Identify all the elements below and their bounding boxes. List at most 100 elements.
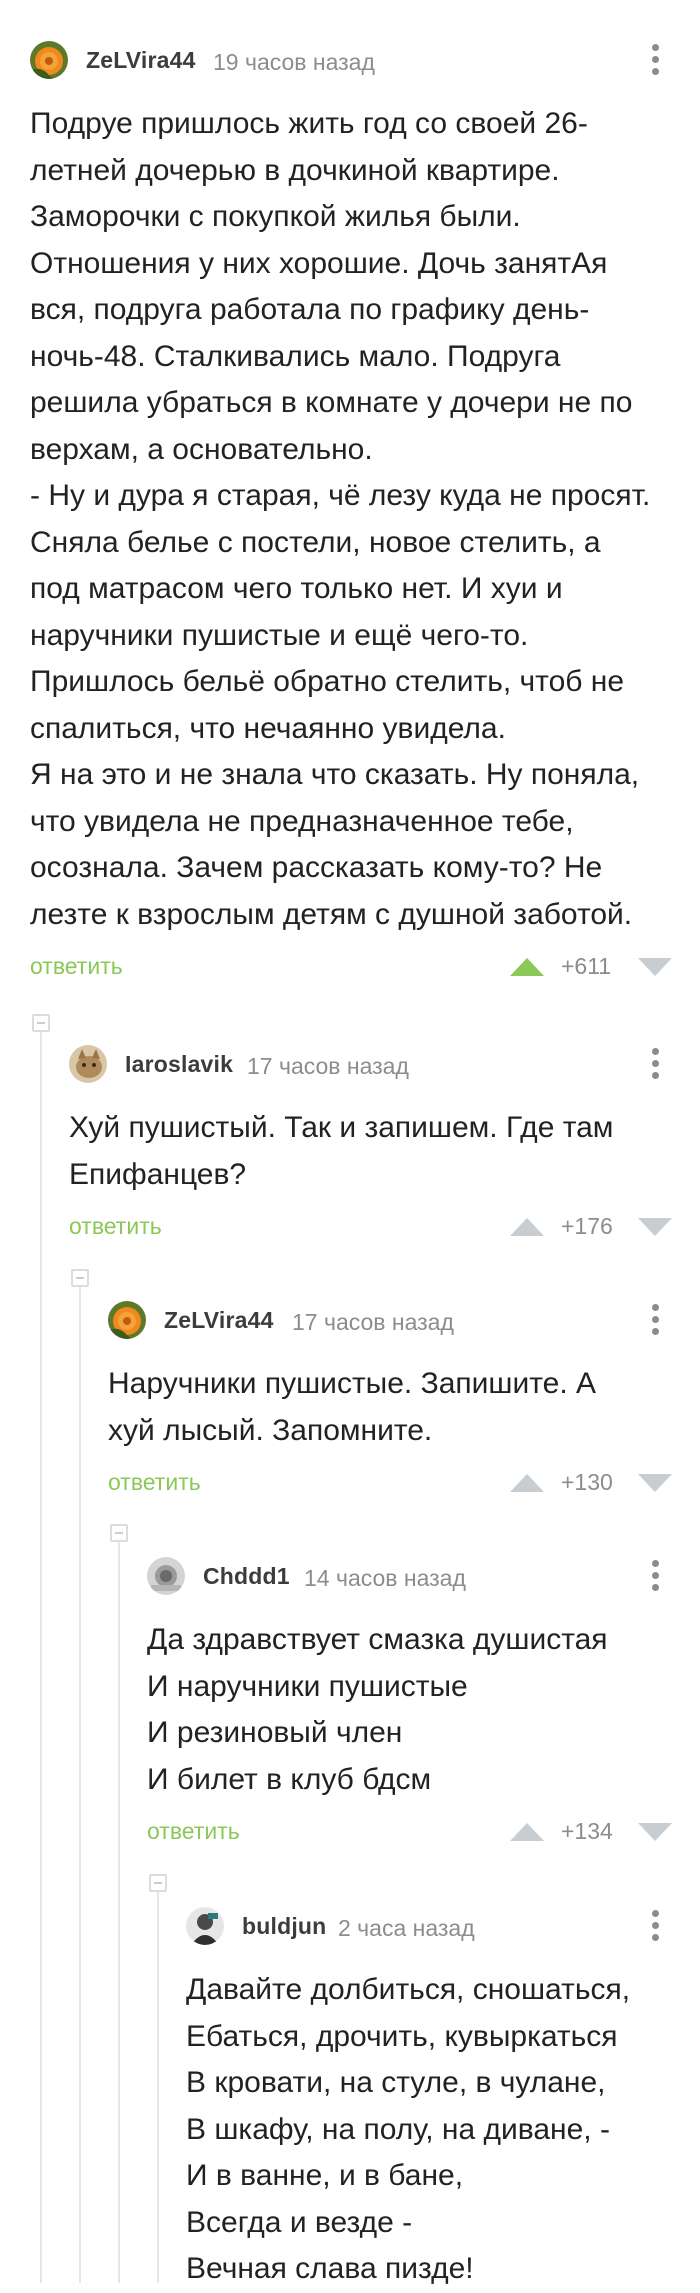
comment: Iaroslavik 17 часов назад Хуй пушистый. … xyxy=(69,1045,700,1248)
upvote-arrow-icon[interactable] xyxy=(508,1821,546,1843)
comment-line: вся, подруга работала по графику день- xyxy=(30,293,590,326)
collapse-thread-toggle[interactable] xyxy=(149,1874,167,1892)
comment-line: - Ну и дура я старая, чё лезу куда не пр… xyxy=(30,479,651,512)
comment-line: наручники пушистые и ещё чего-то. xyxy=(30,618,529,652)
comment: ZeLVira44 17 часов назад Наручники пушис… xyxy=(108,1301,700,1504)
comment: Chddd1 14 часов назад Да здравствует сма… xyxy=(147,1557,700,1853)
comment-line: летней дочерью в дочкиной квартире. xyxy=(30,153,560,187)
comment-line: Давайте долбиться, сношаться, xyxy=(186,1973,631,2006)
downvote-arrow-icon[interactable] xyxy=(636,1216,674,1238)
comment-line: хуй лысый. Запомните. xyxy=(108,1413,433,1447)
collapse-thread-toggle[interactable] xyxy=(110,1524,128,1542)
comment-line: Да здравствует смазка душистая xyxy=(147,1623,608,1656)
reply-link[interactable]: ответить xyxy=(108,1469,201,1496)
comment-line: лезте к взрослым детям с душной заботой. xyxy=(30,897,633,931)
comment-line: Всегда и везде - xyxy=(186,2205,413,2239)
dark-photo-avatar-icon xyxy=(186,1907,224,1945)
username[interactable]: Iaroslavik xyxy=(125,1051,233,1078)
comment: ZeLVira44 19 часов назад Подруе пришлось… xyxy=(30,41,700,988)
comment-body: Наручники пушистые. Запишите. А хуй лысы… xyxy=(108,1361,700,1454)
thread-line-level3 xyxy=(118,1540,120,2283)
user-avatar[interactable] xyxy=(108,1301,146,1339)
comment-line: Вечная слава пизде! xyxy=(186,2252,474,2285)
cat-photo-avatar-icon xyxy=(69,1045,107,1083)
user-avatar[interactable] xyxy=(147,1557,185,1595)
collapse-thread-toggle[interactable] xyxy=(32,1014,50,1032)
comment-actions: ответить +130 xyxy=(108,1464,700,1504)
username[interactable]: ZeLVira44 xyxy=(164,1307,274,1334)
reply-link[interactable]: ответить xyxy=(30,953,123,980)
comment-actions: ответить +134 xyxy=(147,1813,700,1853)
more-options-icon[interactable] xyxy=(650,1907,660,1947)
comment-line: Я на это и не знала что сказать. Ну поня… xyxy=(30,758,640,791)
comment-actions: ответить +611 xyxy=(30,948,700,988)
comment-time: 17 часов назад xyxy=(292,1309,454,1335)
username[interactable]: buldjun xyxy=(242,1913,326,1940)
comment-line: Ебаться, дрочить, кувыркаться xyxy=(186,2019,618,2053)
comment-time: 14 часов назад xyxy=(304,1565,466,1591)
comment-line: верхам, а основательно. xyxy=(30,432,373,466)
comment-line: В шкафу, на полу, на диване, - xyxy=(186,2112,610,2146)
downvote-arrow-icon[interactable] xyxy=(636,956,674,978)
comment-body: Давайте долбиться, сношаться, Ебаться, д… xyxy=(186,1967,700,2293)
thread-line-level4 xyxy=(157,1890,159,2283)
comment-line: Епифанцев? xyxy=(69,1157,247,1191)
comment-time: 2 часа назад xyxy=(338,1915,475,1941)
user-avatar[interactable] xyxy=(69,1045,107,1083)
comment-header: ZeLVira44 19 часов назад xyxy=(30,41,700,81)
comment-line: Пришлось бельё обратно стелить, чтоб не xyxy=(30,665,625,698)
comment-header: Iaroslavik 17 часов назад xyxy=(69,1045,700,1085)
comment-rating: +130 xyxy=(561,1469,613,1495)
comment-line: В кровати, на стуле, в чулане, xyxy=(186,2066,606,2099)
more-options-icon[interactable] xyxy=(650,1301,660,1341)
thread-line-level2 xyxy=(79,1285,81,2283)
comment-time: 17 часов назад xyxy=(247,1053,409,1079)
comment-header: buldjun 2 часа назад xyxy=(186,1907,700,1947)
comment-line: Хуй пушистый. Так и запишем. Где там xyxy=(69,1111,614,1144)
collapse-thread-toggle[interactable] xyxy=(71,1269,89,1287)
comment-line: И в ванне, и в бане, xyxy=(186,2159,464,2192)
downvote-arrow-icon[interactable] xyxy=(636,1472,674,1494)
comment-line: ночь-48. Сталкивались мало. Подруга xyxy=(30,339,561,373)
comment: buldjun 2 часа назад Давайте долбиться, … xyxy=(186,1907,700,2293)
comment-line: решила убраться в комнате у дочери не по xyxy=(30,386,633,419)
comment-rating: +611 xyxy=(561,953,612,979)
comment-header: Chddd1 14 часов назад xyxy=(147,1557,700,1597)
username[interactable]: ZeLVira44 xyxy=(86,47,196,74)
comment-line: Отношения у них хорошие. Дочь занятАя xyxy=(30,246,608,280)
more-options-icon[interactable] xyxy=(650,1557,660,1597)
more-options-icon[interactable] xyxy=(650,1045,660,1085)
comment-line: спалиться, что нечаянно увидела. xyxy=(30,711,506,745)
comment-body: Хуй пушистый. Так и запишем. Где там Епи… xyxy=(69,1105,700,1198)
username[interactable]: Chddd1 xyxy=(203,1563,290,1590)
comment-line: Заморочки с покупкой жилья были. xyxy=(30,200,521,233)
reply-link[interactable]: ответить xyxy=(147,1818,240,1845)
comment-line: Наручники пушистые. Запишите. А xyxy=(108,1367,596,1400)
comment-body: Подруе пришлось жить год со своей 26- ле… xyxy=(30,101,700,938)
comment-line: что увидела не предназначенное тебе, xyxy=(30,804,574,838)
reply-link[interactable]: ответить xyxy=(69,1213,162,1240)
orange-flower-avatar-icon xyxy=(108,1301,146,1339)
user-avatar[interactable] xyxy=(30,41,68,79)
comment-time: 19 часов назад xyxy=(213,49,375,75)
orange-flower-avatar-icon xyxy=(30,41,68,79)
comment-line: И наручники пушистые xyxy=(147,1669,468,1703)
grey-photo-avatar-icon xyxy=(147,1557,185,1595)
comment-line: Сняла белье с постели, новое стелить, а xyxy=(30,525,601,559)
comment-header: ZeLVira44 17 часов назад xyxy=(108,1301,700,1341)
comment-line: И резиновый член xyxy=(147,1716,403,1749)
comment-line: Подруе пришлось жить год со своей 26- xyxy=(30,107,588,140)
comment-actions: ответить +176 xyxy=(69,1208,700,1248)
downvote-arrow-icon[interactable] xyxy=(636,1821,674,1843)
upvote-arrow-icon[interactable] xyxy=(508,956,546,978)
upvote-arrow-icon[interactable] xyxy=(508,1472,546,1494)
thread-line-level1 xyxy=(40,1030,42,2283)
upvote-arrow-icon[interactable] xyxy=(508,1216,546,1238)
comment-line: под матрасом чего только нет. И хуи и xyxy=(30,572,563,605)
comment-rating: +176 xyxy=(561,1213,613,1239)
user-avatar[interactable] xyxy=(186,1907,224,1945)
comment-body: Да здравствует смазка душистая И наручни… xyxy=(147,1617,700,1803)
more-options-icon[interactable] xyxy=(650,41,660,81)
comment-line: осознала. Зачем рассказать кому-то? Не xyxy=(30,851,603,884)
comment-line: И билет в клуб бдсм xyxy=(147,1762,432,1796)
